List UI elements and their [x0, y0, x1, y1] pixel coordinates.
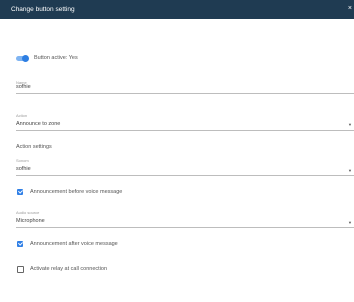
action-select-label: Action	[16, 113, 28, 118]
audio-source-select[interactable]: Microphone	[16, 218, 45, 224]
close-icon[interactable]: ×	[348, 5, 352, 12]
zone-select[interactable]: sofhie	[16, 166, 31, 172]
chevron-down-icon[interactable]: ▼	[348, 168, 352, 173]
toggle-knob	[22, 55, 29, 62]
name-field[interactable]: sofhie	[16, 84, 31, 90]
dialog-title: Change button setting	[11, 6, 75, 13]
change-button-dialog: Change button setting × Button active: Y…	[0, 0, 354, 302]
name-field-underline	[16, 93, 354, 94]
button-active-toggle[interactable]	[16, 55, 29, 62]
zone-select-label: Sonom	[16, 158, 29, 163]
announcement-after-label: Announcement after voice message	[30, 241, 118, 247]
action-select[interactable]: Announce to zone	[16, 121, 60, 127]
chevron-down-icon[interactable]: ▼	[348, 220, 352, 225]
zone-select-underline	[16, 175, 354, 176]
announcement-before-label: Announcement before voice message	[30, 189, 123, 195]
dialog-titlebar: Change button setting ×	[0, 0, 354, 19]
action-select-underline	[16, 130, 354, 131]
announcement-before-checkbox[interactable]	[17, 189, 23, 195]
audio-source-label: Audio source	[16, 210, 40, 215]
chevron-down-icon[interactable]: ▼	[348, 122, 352, 127]
activate-relay-checkbox[interactable]	[17, 266, 24, 273]
button-active-label: Button active: Yes	[34, 55, 78, 61]
activate-relay-label: Activate relay at call connection	[30, 266, 108, 272]
action-settings-heading: Action settings	[16, 144, 52, 150]
announcement-after-checkbox[interactable]	[17, 241, 23, 247]
audio-source-underline	[16, 227, 354, 228]
